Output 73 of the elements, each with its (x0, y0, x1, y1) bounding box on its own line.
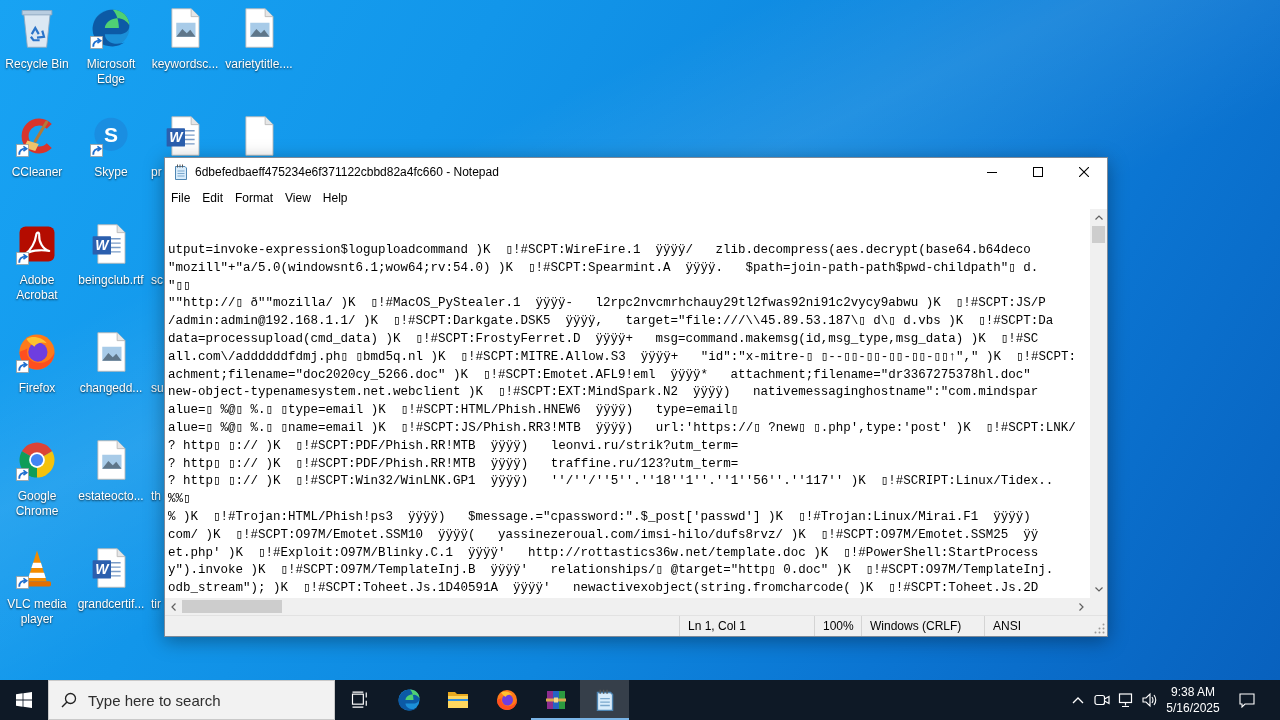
scrollbar-thumb[interactable] (182, 600, 282, 613)
text-line: "▯▯ (168, 277, 191, 295)
text-line: ? http▯ ▯:// )K ▯!#SCPT:PDF/Phish.RR!MTB ÿÿÿÿ) traffine.ru/123?utm_term= (168, 455, 739, 473)
horizontal-scrollbar[interactable] (165, 598, 1090, 615)
text-line: data=processupload(cmd_data) )K ▯!#SCPT:FrostyFerret.D ÿÿÿÿ+ msg=command.makemsg(id,msg_type,msg_data) )K ▯!#SC (168, 331, 1039, 348)
desktop-icon-label[interactable]: Skype (94, 165, 128, 180)
encoding: ANSI (993, 619, 1021, 633)
text-line: alue=▯ %@▯ %.▯ ▯type=email )K ▯!#SCPT:HTML/Phish.HNEW6 ÿÿÿÿ) type=email▯ (168, 402, 739, 420)
text-line: new-object-typenamesystem.net.webclient )K ▯!#SCPT:EXT:MindSpark.N2 ÿÿÿÿ) nativemessaginghostname":"com.mindspar (168, 384, 1039, 402)
text-line: "mozill"+"a/5.0(windowsnt6.1;wow64;rv:54.0) )K ▯!#SCPT:Spearmint.A ÿÿÿÿ. $path=join-path-path$pwd-childpath"▯ d. (168, 259, 1039, 277)
desktop-icon-label[interactable]: tir (151, 597, 161, 612)
line-ending: Windows (CRLF) (870, 619, 962, 633)
windows-logo-icon[interactable] (16, 692, 32, 708)
menu-item[interactable]: File (165, 186, 197, 209)
edge-icon[interactable] (396, 688, 421, 712)
text-line: com/ )K ▯!#SCPT:O97M/Emotet.SSM10 ÿÿÿÿ( yassinezeroual.com/imsi-hilo/dufs8rvz/ )K ▯!#SCPT:O97M/Emotet.SSM25 ÿÿ (168, 526, 1039, 544)
text-line: odb_stream"); )K ▯!#SCPT:Toheet.Js.1D40591A ÿÿÿÿ' newactivexobject(string.fromcharcode( )K ▯!#SCPT:Toheet.Js.2D (168, 580, 1039, 598)
desktop-icon-label[interactable]: Recycle Bin (5, 57, 69, 72)
desktop-icon-label[interactable]: th (151, 489, 161, 504)
text-line: et.php' )K ▯!#Exploit:O97M/Blinky.C.1 ÿÿÿÿ' http://rottastics36w.net/template.doc )K ▯!#PowerShell:StartProcess (168, 544, 1039, 562)
desktop-icon-label[interactable]: Adobe Acrobat (0, 273, 74, 303)
chevron-up-icon[interactable] (1072, 696, 1084, 704)
text-line: %%▯ (168, 491, 191, 509)
desktop-icon-label[interactable]: estateocto... (78, 489, 144, 504)
text-line: ""http://▯ ð""mozilla/ )K ▯!#MacOS_PyStealer.1 ÿÿÿÿ- l2rpc2nvcmrhchauy29tl2fwas92ni91c2vycy9abwu )K ▯!#SCPT:JS/P (168, 295, 1046, 313)
close-icon[interactable] (1079, 167, 1089, 177)
desktop-icon-label[interactable]: beingclub.rtf (78, 273, 144, 288)
menu-item[interactable]: Help (316, 186, 354, 209)
scrollbar-thumb[interactable] (1092, 226, 1105, 243)
text-line: utput=invoke-expression$loguploadcommand )K ▯!#SCPT:WireFire.1 ÿÿÿÿ/ zlib.decompress(aes.decrypt(base64.b64deco (168, 242, 1031, 259)
camera-icon[interactable] (1094, 692, 1110, 708)
desktop-icon-label[interactable]: CCleaner (11, 165, 63, 180)
text-line: alue=▯ %@▯ %.▯ ▯name=email )K ▯!#SCPT:JS/Phish.RR3!MTB ÿÿÿÿ) url:'https://▯ ?new▯ ▯.php',type:'post' )K ▯!#SCPT:LNK/ (168, 419, 1076, 437)
text-line: % )K ▯!#Trojan:HTML/Phish!ps3 ÿÿÿÿ) $message.="cpassword:".$_post['passwd'] )K ▯!#Trojan:Linux/Mirai.F1 ÿÿÿÿ) (168, 508, 1031, 526)
desktop-icon-label[interactable]: pr (151, 165, 162, 180)
window-title: 6dbefedbaeff475234e6f371122cbbd82a4fc660 - Notepad (195, 165, 499, 179)
search-icon[interactable] (61, 692, 77, 708)
task-view-icon[interactable] (349, 690, 370, 710)
desktop-icon-label[interactable]: Microsoft Edge (74, 57, 148, 87)
network-icon[interactable] (1118, 692, 1134, 708)
resize-grip-icon[interactable] (1093, 622, 1105, 634)
text-line: /admin:admin@192.168.1.1/ )K ▯!#SCPT:Darkgate.DSK5 ÿÿÿÿ, target="file:///\\45.89.53.187\▯ d\▯ d.vbs )K ▯!#SCPT:Da (168, 313, 1054, 331)
clock-button[interactable]: 9:38 AM 5/16/2025 (1162, 680, 1224, 720)
speech-bubble-icon[interactable] (1239, 692, 1255, 708)
text-line: y").invoke )K ▯!#SCPT:O97M/TemplateInj.B ÿÿÿÿ' relationships/▯ @target="http▯ 0.doc" )K ▯!#SCPT:O97M/TemplateInj. (168, 562, 1054, 580)
notepad-icon (173, 164, 189, 180)
speaker-icon[interactable] (1142, 692, 1158, 708)
desktop-icon-label[interactable]: varietytitle.... (225, 57, 293, 72)
desktop-icon-label[interactable]: VLC media player (0, 597, 74, 627)
minimize-icon[interactable] (987, 171, 997, 173)
cursor-position: Ln 1, Col 1 (688, 619, 747, 633)
search-field[interactable]: Type here to search (48, 680, 335, 720)
zoom-level: 100% (823, 619, 854, 633)
text-line: ? http▯ ▯:// )K ▯!#SCPT:Win32/WinLNK.GP1 ÿÿÿÿ) ''/''/''5''.''18''1''.''1''56''.''117'' )K ▯!#SCRIPT:Linux/Tidex.. (168, 473, 1054, 491)
menu-item[interactable]: View (279, 186, 317, 209)
desktop-icon-label[interactable]: sc (151, 273, 163, 288)
menu-item[interactable]: Format (229, 186, 280, 209)
firefox-icon[interactable] (494, 688, 519, 712)
text-line: ? http▯ ▯:// )K ▯!#SCPT:PDF/Phish.RR!MTB ÿÿÿÿ) leonvi.ru/strik?utm_term= (168, 437, 739, 455)
vertical-scrollbar[interactable] (1090, 209, 1107, 598)
taskbar-button[interactable] (580, 680, 629, 720)
maximize-icon[interactable] (1033, 167, 1043, 177)
desktop-icon-label[interactable]: changedd... (79, 381, 143, 396)
desktop-icon-label[interactable]: Firefox (18, 381, 56, 396)
edge-icon[interactable] (90, 7, 132, 49)
archive-books-icon[interactable] (543, 688, 568, 712)
desktop-icon-label[interactable]: keywordsc... (151, 57, 219, 72)
text-line: achment;filename="doc2020cy_5266.doc" )K ▯!#SCPT:Emotet.AFL9!eml ÿÿÿÿ* attachment;filename="dr3367275378hl.doc" (168, 366, 1031, 384)
desktop-icon-label[interactable]: su (151, 381, 164, 396)
desktop-icon-label[interactable]: grandcertif... (77, 597, 145, 612)
desktop-icon-label[interactable]: Google Chrome (0, 489, 74, 519)
text-line: all.com\/addddddfdmj.ph▯ ▯bmd5q.nl )K ▯!#SCPT:MITRE.Allow.S3 ÿÿÿÿ+ "id":"x-mitre-▯ ▯--▯▯-▯▯-▯▯-▯▯-▯▯↑"," )K ▯!#SCPT: (168, 348, 1077, 366)
menu-item[interactable]: Edit (196, 186, 230, 209)
